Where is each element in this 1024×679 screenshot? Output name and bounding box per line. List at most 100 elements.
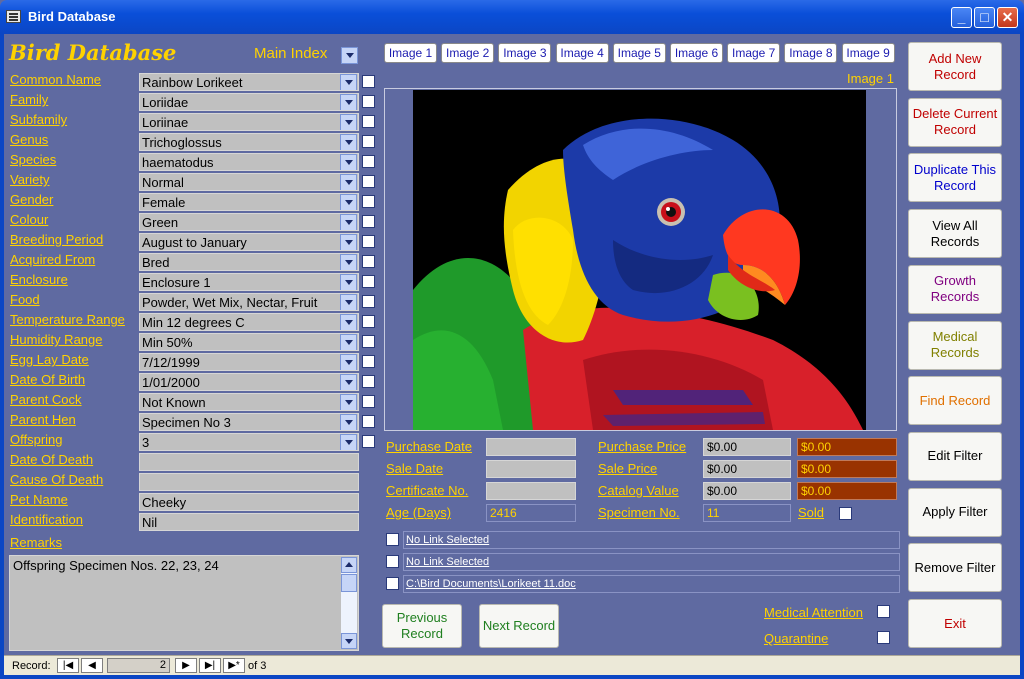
maximize-button[interactable]: □ — [974, 7, 995, 28]
sale-price-label[interactable]: Sale Price — [598, 461, 657, 476]
parent-hen-label[interactable]: Parent Hen — [10, 412, 76, 427]
colour-label[interactable]: Colour — [10, 212, 48, 227]
subfamily-label[interactable]: Subfamily — [10, 112, 67, 127]
variety-field[interactable]: Normal — [139, 173, 359, 191]
chevron-down-icon[interactable] — [340, 314, 357, 330]
chevron-down-icon[interactable] — [340, 154, 357, 170]
breeding-period-field[interactable]: August to January — [139, 233, 359, 251]
gender-field[interactable]: Female — [139, 193, 359, 211]
identification-field[interactable]: Nil — [139, 513, 359, 531]
breeding-period-checkbox[interactable] — [362, 235, 375, 248]
certificate-field[interactable] — [486, 482, 576, 500]
remarks-label[interactable]: Remarks — [10, 535, 62, 550]
last-record-icon[interactable]: ▶| — [199, 658, 221, 673]
temperature-range-label[interactable]: Temperature Range — [10, 312, 125, 327]
egg-lay-date-checkbox[interactable] — [362, 355, 375, 368]
food-checkbox[interactable] — [362, 295, 375, 308]
purchase-price-label[interactable]: Purchase Price — [598, 439, 686, 454]
common-name-checkbox[interactable] — [362, 75, 375, 88]
current-record-number[interactable]: 2 — [107, 658, 170, 673]
certificate-label[interactable]: Certificate No. — [386, 483, 468, 498]
chevron-down-icon[interactable] — [340, 234, 357, 250]
species-label[interactable]: Species — [10, 152, 56, 167]
link-checkbox-1[interactable] — [386, 533, 399, 546]
colour-checkbox[interactable] — [362, 215, 375, 228]
edit-filter-button[interactable]: Edit Filter — [908, 431, 1002, 481]
delete-current-record-button[interactable]: Delete Current Record — [908, 97, 1002, 147]
egg-lay-date-label[interactable]: Egg Lay Date — [10, 352, 89, 367]
humidity-range-checkbox[interactable] — [362, 335, 375, 348]
genus-label[interactable]: Genus — [10, 132, 48, 147]
chevron-down-icon[interactable] — [340, 174, 357, 190]
chevron-down-icon[interactable] — [340, 434, 357, 450]
apply-filter-button[interactable]: Apply Filter — [908, 487, 1002, 537]
tab-image-9[interactable]: Image 9 — [841, 43, 895, 63]
parent-cock-checkbox[interactable] — [362, 395, 375, 408]
genus-checkbox[interactable] — [362, 135, 375, 148]
temperature-range-field[interactable]: Min 12 degrees C — [139, 313, 359, 331]
tab-image-6[interactable]: Image 6 — [670, 43, 723, 63]
purchase-price-field[interactable]: $0.00 — [703, 438, 791, 456]
remove-filter-button[interactable]: Remove Filter — [908, 543, 1002, 593]
humidity-range-field[interactable]: Min 50% — [139, 333, 359, 351]
tab-image-2[interactable]: Image 2 — [441, 43, 495, 63]
next-record-icon[interactable]: ▶ — [175, 658, 197, 673]
pet-name-label[interactable]: Pet Name — [10, 492, 68, 507]
cause-of-death-label[interactable]: Cause Of Death — [10, 472, 103, 487]
species-checkbox[interactable] — [362, 155, 375, 168]
quarantine-checkbox[interactable] — [877, 631, 890, 644]
date-of-death-field[interactable] — [139, 453, 359, 471]
link-field-1[interactable]: No Link Selected — [403, 531, 900, 549]
link-field-3[interactable]: C:\Bird Documents\Lorikeet 11.doc — [403, 575, 900, 593]
tab-image-1[interactable]: Image 1 — [384, 43, 437, 63]
sale-price-field[interactable]: $0.00 — [703, 460, 791, 478]
common-name-label[interactable]: Common Name — [10, 72, 101, 87]
view-all-records-button[interactable]: View All Records — [908, 209, 1002, 259]
food-label[interactable]: Food — [10, 292, 40, 307]
parent-hen-checkbox[interactable] — [362, 415, 375, 428]
acquired-from-checkbox[interactable] — [362, 255, 375, 268]
purchase-date-label[interactable]: Purchase Date — [386, 439, 472, 454]
medical-attention-label[interactable]: Medical Attention — [764, 605, 863, 620]
enclosure-label[interactable]: Enclosure — [10, 272, 68, 287]
date-of-birth-label[interactable]: Date Of Birth — [10, 372, 85, 387]
gender-checkbox[interactable] — [362, 195, 375, 208]
chevron-down-icon[interactable] — [340, 194, 357, 210]
medical-attention-checkbox[interactable] — [877, 605, 890, 618]
prev-record-icon[interactable]: ◀ — [81, 658, 103, 673]
exit-button[interactable]: Exit — [908, 599, 1002, 648]
parent-hen-field[interactable]: Specimen No 3 — [139, 413, 359, 431]
age-label[interactable]: Age (Days) — [386, 505, 451, 520]
chevron-down-icon[interactable] — [340, 134, 357, 150]
identification-label[interactable]: Identification — [10, 512, 83, 527]
variety-label[interactable]: Variety — [10, 172, 50, 187]
pet-name-field[interactable]: Cheeky — [139, 493, 359, 511]
date-of-death-label[interactable]: Date Of Death — [10, 452, 93, 467]
egg-lay-date-field[interactable]: 7/12/1999 — [139, 353, 359, 371]
chevron-down-icon[interactable] — [340, 214, 357, 230]
first-record-icon[interactable]: |◀ — [57, 658, 79, 673]
tab-image-5[interactable]: Image 5 — [612, 43, 666, 63]
date-of-birth-checkbox[interactable] — [362, 375, 375, 388]
chevron-down-icon[interactable] — [340, 374, 357, 390]
minimize-button[interactable]: _ — [951, 7, 972, 28]
parent-cock-label[interactable]: Parent Cock — [10, 392, 82, 407]
offspring-label[interactable]: Offspring — [10, 432, 63, 447]
genus-field[interactable]: Trichoglossus — [139, 133, 359, 151]
remarks-scrollbar[interactable] — [341, 557, 357, 649]
find-record-button[interactable]: Find Record — [908, 376, 1002, 426]
family-checkbox[interactable] — [362, 95, 375, 108]
tab-image-4[interactable]: Image 4 — [555, 43, 609, 63]
tab-image-3[interactable]: Image 3 — [498, 43, 552, 63]
subfamily-checkbox[interactable] — [362, 115, 375, 128]
remarks-field[interactable]: Offspring Specimen Nos. 22, 23, 24 — [9, 555, 359, 651]
chevron-down-icon[interactable] — [340, 114, 357, 130]
tab-image-8[interactable]: Image 8 — [784, 43, 838, 63]
link-checkbox-2[interactable] — [386, 555, 399, 568]
common-name-field[interactable]: Rainbow Lorikeet — [139, 73, 359, 91]
link-field-2[interactable]: No Link Selected — [403, 553, 900, 571]
scroll-down-icon[interactable] — [341, 633, 357, 649]
chevron-down-icon[interactable] — [340, 354, 357, 370]
previous-record-button[interactable]: Previous Record — [382, 604, 462, 648]
enclosure-checkbox[interactable] — [362, 275, 375, 288]
